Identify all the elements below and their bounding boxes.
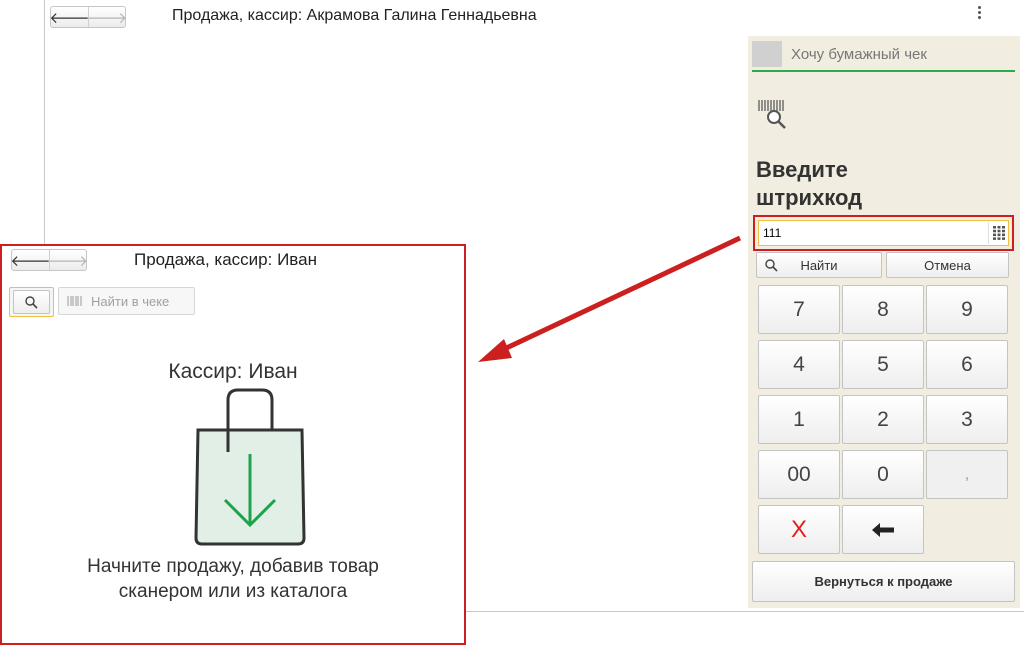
barcode-search-icon xyxy=(758,100,786,129)
key-7[interactable]: 7 xyxy=(758,285,840,334)
prompt-line-2: штрихкод xyxy=(756,185,863,210)
backspace-arrow-icon xyxy=(872,522,894,537)
hint-line-2: сканером или из каталога xyxy=(118,581,348,602)
main-back-button[interactable]: 🡐 xyxy=(49,7,90,27)
paper-receipt-label: Хочу бумажный чек xyxy=(791,45,927,63)
search-icon xyxy=(25,295,38,309)
barcode-input[interactable] xyxy=(759,222,988,244)
key-9[interactable]: 9 xyxy=(926,285,1008,334)
start-sale-hint: Начните продажу, добавив товар сканером … xyxy=(2,554,464,604)
barcode-field xyxy=(758,220,1009,246)
key-0[interactable]: 0 xyxy=(842,450,924,499)
barcode-input-highlight xyxy=(753,215,1014,251)
hint-line-1: Начните продажу, добавив товар xyxy=(87,556,379,577)
inset-forward-button[interactable]: 🡒 xyxy=(47,250,89,270)
cashier-label: Кассир: Иван xyxy=(168,360,298,383)
inset-window-title: Продажа, кассир: Иван xyxy=(134,250,317,269)
find-button[interactable]: Найти xyxy=(756,252,882,278)
return-to-sale-button[interactable]: Вернуться к продаже xyxy=(752,561,1015,602)
key-3[interactable]: 3 xyxy=(926,395,1008,444)
key-4[interactable]: 4 xyxy=(758,340,840,389)
inset-window: 🡐 🡒 Продажа, кассир: Иван Найти в чеке К… xyxy=(0,244,466,645)
find-button-label: Найти xyxy=(800,257,838,273)
main-nav-buttons: 🡐 🡒 xyxy=(49,6,128,28)
search-icon xyxy=(765,259,778,272)
backspace-key[interactable] xyxy=(842,505,924,554)
arrow-right-icon: 🡒 xyxy=(47,251,89,270)
key-1[interactable]: 1 xyxy=(758,395,840,444)
find-in-receipt-label: Найти в чеке xyxy=(91,293,170,309)
arrow-left-icon: 🡐 xyxy=(10,251,51,270)
inset-search-button[interactable] xyxy=(9,287,54,317)
inset-back-button[interactable]: 🡐 xyxy=(10,250,51,270)
more-vertical-icon[interactable] xyxy=(976,6,982,19)
find-in-receipt-button[interactable]: Найти в чеке xyxy=(58,287,195,315)
clear-key[interactable]: X xyxy=(758,505,840,554)
key-comma[interactable]: , xyxy=(926,450,1008,499)
keypad-icon[interactable] xyxy=(988,222,1008,244)
paper-receipt-toggle[interactable]: Хочу бумажный чек xyxy=(752,38,1015,72)
paper-receipt-checkbox[interactable] xyxy=(752,41,782,67)
cancel-button-label: Отмена xyxy=(924,257,971,273)
callout-arrow xyxy=(478,235,742,362)
shopping-bag-icon xyxy=(194,388,306,546)
key-8[interactable]: 8 xyxy=(842,285,924,334)
main-forward-button[interactable]: 🡒 xyxy=(86,7,128,27)
cancel-button[interactable]: Отмена xyxy=(886,252,1009,278)
key-6[interactable]: 6 xyxy=(926,340,1008,389)
arrow-left-icon: 🡐 xyxy=(49,8,90,27)
inset-search-button-face xyxy=(13,290,50,314)
inset-nav-buttons: 🡐 🡒 xyxy=(10,249,89,271)
barcode-icon xyxy=(67,296,82,306)
main-window-title: Продажа, кассир: Акрамова Галина Геннадь… xyxy=(172,7,537,24)
barcode-prompt: Введите штрихкод xyxy=(756,156,862,212)
key-5[interactable]: 5 xyxy=(842,340,924,389)
key-2[interactable]: 2 xyxy=(842,395,924,444)
key-00[interactable]: 00 xyxy=(758,450,840,499)
prompt-line-1: Введите xyxy=(756,157,848,182)
arrow-right-icon: 🡒 xyxy=(86,8,128,27)
